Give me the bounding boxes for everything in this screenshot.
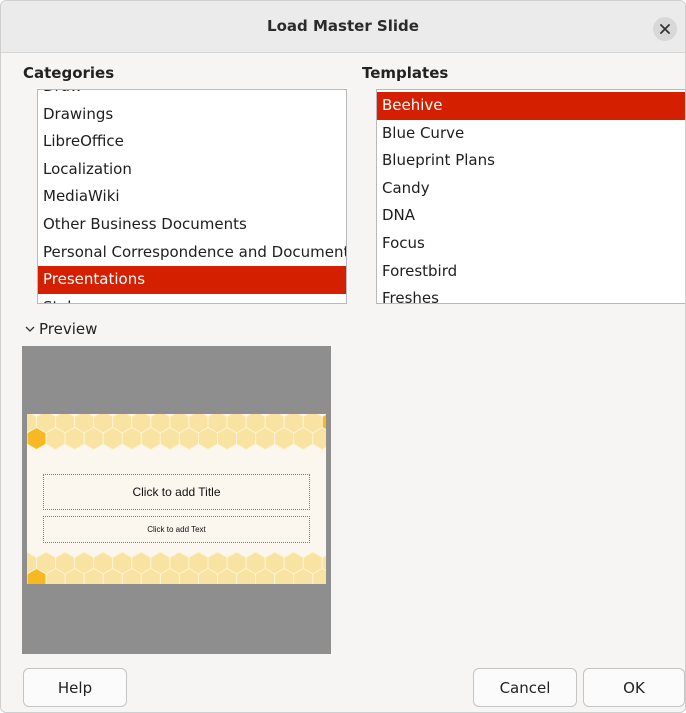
- cancel-button[interactable]: Cancel: [473, 668, 577, 707]
- category-item[interactable]: LibreOffice: [38, 128, 346, 156]
- ok-button[interactable]: OK: [583, 668, 685, 707]
- template-item[interactable]: DNA: [377, 202, 685, 230]
- templates-label: Templates: [362, 64, 449, 82]
- slide-preview: Click to add Title Click to add Text: [27, 414, 326, 584]
- template-item[interactable]: Candy: [377, 175, 685, 203]
- categories-list[interactable]: DrawDrawingsLibreOfficeLocalizationMedia…: [37, 89, 347, 304]
- template-item[interactable]: Forestbird: [377, 258, 685, 286]
- load-master-slide-dialog: Load Master Slide Categories Templates D…: [0, 0, 686, 713]
- category-item[interactable]: Localization: [38, 156, 346, 184]
- close-icon: [660, 24, 670, 34]
- title-bar: Load Master Slide: [1, 1, 685, 53]
- preview-label: Preview: [39, 320, 98, 338]
- category-item[interactable]: MediaWiki: [38, 183, 346, 211]
- templates-list[interactable]: Beehive Blue Curve Blueprint Plans Candy DNA…: [376, 89, 685, 304]
- template-item[interactable]: Blue Curve: [377, 120, 685, 148]
- slide-text-placeholder: Click to add Text: [43, 516, 310, 543]
- template-item[interactable]: Freshes: [377, 285, 685, 303]
- category-item[interactable]: Presentations: [38, 266, 346, 294]
- slide-title-placeholder: Click to add Title: [43, 474, 310, 510]
- categories-label: Categories: [23, 64, 115, 82]
- category-item[interactable]: Personal Correspondence and Documents: [38, 239, 346, 267]
- category-item[interactable]: Draw: [38, 90, 346, 101]
- help-button[interactable]: Help: [23, 668, 127, 707]
- close-button[interactable]: [653, 17, 677, 41]
- chevron-down-icon: [25, 326, 35, 332]
- template-item[interactable]: Focus: [377, 230, 685, 258]
- category-item[interactable]: Styles: [38, 294, 346, 303]
- dialog-title: Load Master Slide: [267, 17, 419, 35]
- template-item[interactable]: Beehive: [377, 92, 685, 120]
- category-item[interactable]: Other Business Documents: [38, 211, 346, 239]
- preview-expander[interactable]: Preview: [25, 319, 97, 339]
- template-item[interactable]: Blueprint Plans: [377, 147, 685, 175]
- preview-area: Click to add Title Click to add Text: [22, 346, 331, 654]
- category-item[interactable]: Drawings: [38, 101, 346, 129]
